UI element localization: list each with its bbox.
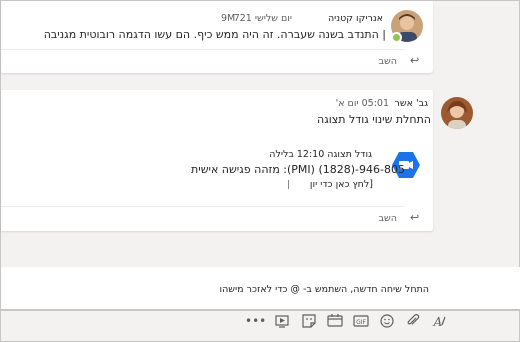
svg-text:GIF: GIF — [356, 319, 366, 326]
channel-window: אנריקו קטניה 9M יום שלישי 721 | התנדב בש… — [0, 0, 520, 342]
reply-button[interactable]: השב — [379, 56, 397, 67]
stream-icon[interactable] — [273, 313, 291, 329]
message-timestamp: 05:01 יום א' — [335, 98, 389, 109]
message-card-2 — [1, 90, 433, 231]
reply-icon[interactable]: ↩ — [410, 54, 419, 67]
emoji-icon[interactable] — [378, 313, 396, 329]
message-author: גב' אשר — [394, 98, 428, 109]
gif-icon[interactable]: GIF — [352, 313, 370, 329]
format-icon[interactable]: A — [430, 313, 448, 329]
meeting-id: מזהה פגישה אישית :(PMI) (1828)-946-805 — [191, 163, 405, 176]
text-cursor — [288, 180, 289, 189]
meeting-join-link[interactable]: [לחץ כאן כדי יון — [310, 179, 373, 190]
meet-now-icon[interactable] — [326, 313, 344, 329]
message-timestamp: יום שלישי 721 — [233, 13, 292, 24]
meeting-header: גודל תצוגה 12:10 בלילה — [269, 149, 372, 160]
divider — [1, 49, 405, 50]
avatar[interactable] — [441, 97, 473, 129]
compose-box[interactable]: התחל שיחה חדשה, השתמש ב- @ כדי לאזכר מיש… — [1, 267, 520, 311]
presence-available-icon — [391, 32, 402, 43]
svg-text:A: A — [433, 315, 443, 329]
reply-icon[interactable]: ↩ — [410, 211, 419, 224]
compose-placeholder: התחל שיחה חדשה, השתמש ב- @ כדי לאזכר מיש… — [219, 284, 429, 295]
message-text: התחלת שינוי גודל תצוגה — [317, 113, 431, 126]
attach-icon[interactable] — [404, 313, 422, 329]
more-options-icon[interactable]: ••• — [245, 313, 266, 329]
sticker-icon[interactable] — [300, 313, 318, 329]
divider — [1, 206, 405, 207]
message-author: אנריקו קטניה — [327, 13, 383, 24]
message-text: | התנדב בשנה שעברה. זה היה ממש כיף. הם ע… — [43, 28, 386, 41]
reply-button[interactable]: השב — [379, 213, 397, 224]
